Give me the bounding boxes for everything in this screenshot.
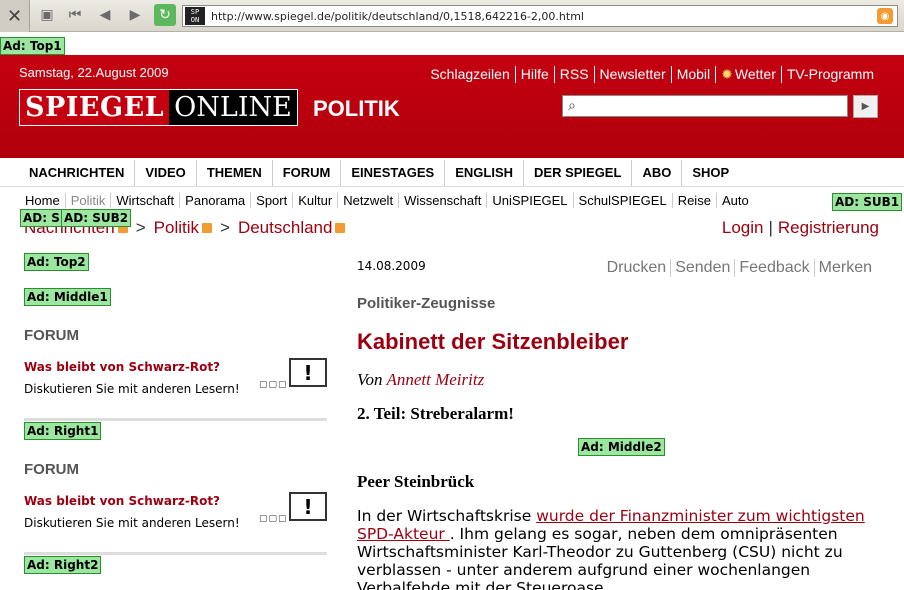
breadcrumb-separator: >	[135, 218, 146, 237]
toplink-tv-programm[interactable]: TV-Programm	[780, 66, 879, 83]
byline-prefix: Von	[357, 370, 383, 389]
nav-abo[interactable]: ABO	[632, 160, 683, 186]
search-submit-button[interactable]: ▶	[853, 95, 878, 118]
url-text[interactable]: http://www.spiegel.de/politik/deutschlan…	[211, 10, 877, 23]
breadcrumb-deutschland[interactable]: Deutschland	[238, 218, 333, 238]
article-date: 14.08.2009	[357, 259, 426, 273]
save-icon[interactable]: ▣	[36, 4, 58, 26]
article-headline: Kabinett der Sitzenbleiber	[357, 329, 629, 354]
subnav-kultur[interactable]: Kultur	[292, 193, 337, 208]
subnav-wirtschaft[interactable]: Wirtschaft	[110, 193, 179, 208]
ad-top2[interactable]: Ad: Top2	[24, 253, 89, 271]
rss-feed-icon[interactable]: ◉	[877, 8, 893, 24]
ad-sub1-top[interactable]: AD: SUB1	[832, 193, 903, 211]
forum-speech-icon[interactable]: !	[289, 358, 327, 387]
forum-question-link[interactable]: Was bleibt von Schwarz-Rot?	[24, 494, 220, 508]
ad-middle2[interactable]: Ad: Middle2	[578, 438, 665, 456]
subnav-netzwelt[interactable]: Netzwelt	[337, 193, 398, 208]
ad-right2[interactable]: Ad: Right2	[24, 556, 102, 574]
author-link[interactable]: Annett Meiritz	[386, 370, 484, 389]
article-subheading: Peer Steinbrück	[357, 472, 475, 491]
site-header: Samstag, 22.August 2009 Schlagzeilen Hil…	[0, 55, 904, 158]
body-text-1: In der Wirtschaftskrise	[357, 507, 537, 525]
toplink-rss[interactable]: RSS	[553, 66, 594, 83]
article-body: In der Wirtschaftskrise wurde der Finanz…	[357, 507, 877, 590]
rss-icon[interactable]	[335, 223, 346, 233]
subnav-wissenschaft[interactable]: Wissenschaft	[398, 193, 486, 208]
nav-themen[interactable]: THEMEN	[197, 160, 273, 186]
toplink-mobil[interactable]: Mobil	[670, 66, 715, 83]
account-divider: |	[768, 218, 773, 237]
subnav-unispiegel[interactable]: UniSPIEGEL	[486, 193, 572, 208]
reload-icon[interactable]: ↻	[154, 4, 176, 26]
toplink-schlagzeilen[interactable]: Schlagzeilen	[425, 66, 514, 83]
nav-divider	[0, 186, 904, 187]
tool-merken[interactable]: Merken	[813, 259, 876, 277]
article-kicker: Politiker-Zeugnisse	[357, 295, 496, 312]
search-input[interactable]: ⌕	[562, 95, 848, 117]
site-logo[interactable]: SPIEGEL ONLINE	[19, 89, 298, 126]
search-icon: ⌕	[568, 98, 576, 114]
nav-shop[interactable]: SHOP	[682, 160, 739, 186]
toplink-newsletter[interactable]: Newsletter	[593, 66, 671, 83]
ad-sub2[interactable]: AD: SUB2	[61, 209, 132, 227]
logo-spiegel: SPIEGEL	[20, 90, 170, 125]
tool-feedback[interactable]: Feedback	[734, 259, 813, 277]
ad-top1[interactable]: Ad: Top1	[0, 37, 65, 55]
subnav-schulspiegel[interactable]: SchulSPIEGEL	[572, 193, 672, 208]
ad-right1[interactable]: Ad: Right1	[24, 422, 102, 440]
first-page-icon[interactable]: ⏮	[64, 4, 86, 26]
forward-icon[interactable]: ▶	[124, 4, 146, 26]
nav-forum[interactable]: FORUM	[273, 160, 342, 186]
main-nav: NACHRICHTEN VIDEO THEMEN FORUM EINESTAGE…	[19, 160, 739, 186]
nav-nachrichten[interactable]: NACHRICHTEN	[19, 160, 136, 186]
forum-heading: FORUM	[24, 327, 79, 344]
forum-speech-icon[interactable]: !	[289, 492, 327, 521]
forum-discuss-text: Diskutieren Sie mit anderen Lesern!	[24, 516, 240, 530]
nav-english[interactable]: ENGLISH	[445, 160, 525, 186]
tools-icon[interactable]: ✕	[0, 0, 30, 32]
header-date: Samstag, 22.August 2009	[19, 65, 169, 80]
forum-divider	[24, 552, 327, 555]
breadcrumb-separator: >	[220, 218, 230, 237]
address-bar[interactable]: SP ON http://www.spiegel.de/politik/deut…	[182, 5, 898, 27]
forum-heading: FORUM	[24, 461, 79, 478]
site-favicon-icon: SP ON	[185, 7, 205, 25]
toplink-wetter-label: Wetter	[734, 66, 776, 82]
register-link[interactable]: Registrierung	[778, 218, 879, 237]
back-icon[interactable]: ◀	[94, 4, 116, 26]
subnav-panorama[interactable]: Panorama	[179, 193, 250, 208]
toplink-wetter[interactable]: ✹ Wetter	[715, 66, 781, 83]
subnav-reise[interactable]: Reise	[671, 193, 716, 208]
subnav-auto[interactable]: Auto	[715, 193, 754, 208]
dots-icon: ▢▢▢	[259, 380, 288, 390]
logo-online: ONLINE	[169, 90, 297, 125]
forum-question-link[interactable]: Was bleibt von Schwarz-Rot?	[24, 360, 220, 374]
forum-divider	[24, 418, 327, 421]
ad-middle1[interactable]: Ad: Middle1	[24, 288, 111, 306]
header-toplinks: Schlagzeilen Hilfe RSS Newsletter Mobil …	[425, 66, 879, 83]
forum-discuss-text: Diskutieren Sie mit anderen Lesern!	[24, 382, 240, 396]
article-part-title: 2. Teil: Streberalarm!	[357, 404, 514, 423]
nav-video[interactable]: VIDEO	[135, 160, 197, 186]
rss-icon[interactable]	[202, 223, 213, 233]
nav-der-spiegel[interactable]: DER SPIEGEL	[524, 160, 633, 186]
section-title: POLITIK	[313, 96, 400, 121]
browser-toolbar: ✕ ▣ ⏮ ◀ ▶ ↻ SP ON http://www.spiegel.de/…	[0, 0, 904, 32]
login-link[interactable]: Login	[722, 218, 764, 237]
subnav-home[interactable]: Home	[25, 193, 65, 208]
article-byline: Von Annett Meiritz	[357, 370, 484, 390]
sub-nav: Home Politik Wirtschaft Panorama Sport K…	[25, 193, 754, 208]
dots-icon: ▢▢▢	[259, 514, 288, 524]
subnav-politik[interactable]: Politik	[64, 193, 111, 208]
account-links: Login | Registrierung	[722, 218, 879, 238]
breadcrumb-politik[interactable]: Politik	[154, 218, 199, 238]
article-tools: Drucken Senden Feedback Merken	[603, 259, 876, 277]
subnav-sport[interactable]: Sport	[250, 193, 292, 208]
toplink-hilfe[interactable]: Hilfe	[514, 66, 554, 83]
nav-einestages[interactable]: EINESTAGES	[341, 160, 446, 186]
tool-senden[interactable]: Senden	[670, 259, 734, 277]
tool-drucken[interactable]: Drucken	[603, 259, 671, 277]
sun-icon: ✹	[721, 66, 733, 82]
